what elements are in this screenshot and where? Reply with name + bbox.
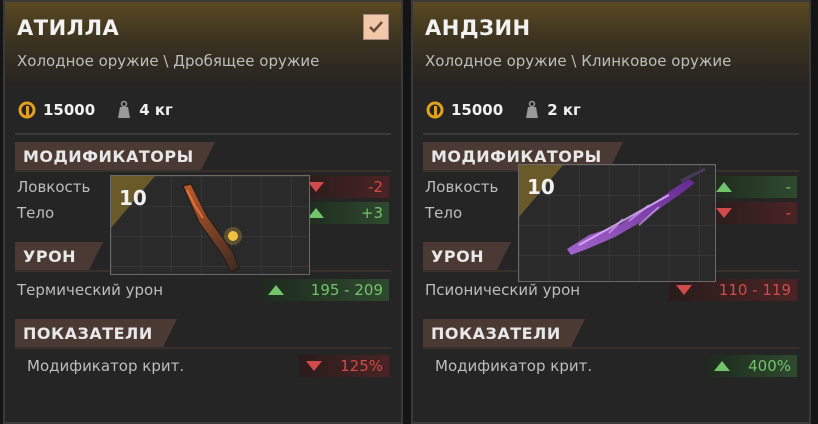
weight-icon xyxy=(118,100,131,118)
item-weight: 4 кг xyxy=(139,101,173,119)
section-divider xyxy=(423,347,799,349)
arrow-down-icon xyxy=(676,285,692,295)
section-stats: ПОКАЗАТЕЛИ xyxy=(423,319,585,347)
mod-value: - xyxy=(709,176,797,198)
arrow-up-icon xyxy=(716,182,732,192)
item-price: 15000 xyxy=(43,101,96,119)
weight-icon xyxy=(526,100,539,118)
item-card-right[interactable]: АНДЗИН Холодное оружие \ Клинковое оружи… xyxy=(411,0,811,424)
mod-value: -2 xyxy=(301,176,389,198)
damage-value: 195 - 209 xyxy=(261,279,389,301)
checkmark-icon xyxy=(369,21,383,33)
card-header xyxy=(5,2,401,86)
stat-value-text: 400% xyxy=(748,357,791,375)
section-stats: ПОКАЗАТЕЛИ xyxy=(15,319,177,347)
mod-value-text: - xyxy=(785,204,791,222)
arrow-down-icon xyxy=(306,361,322,371)
stat-label: Модификатор крит. xyxy=(27,357,185,375)
divider xyxy=(423,133,799,135)
arrow-up-icon xyxy=(714,361,730,371)
arrow-up-icon xyxy=(268,285,284,295)
damage-label: Псионический урон xyxy=(425,281,581,299)
mod-label: Тело xyxy=(425,204,463,222)
mod-value-text: - xyxy=(785,178,791,196)
stat-label: Модификатор крит. xyxy=(435,357,593,375)
section-modifiers: МОДИФИКАТОРЫ xyxy=(15,142,215,170)
weapon-preview: 10 xyxy=(110,175,310,275)
mod-label: Ловкость xyxy=(425,178,499,196)
stat-value: 400% xyxy=(707,355,797,377)
arrow-down-icon xyxy=(716,208,732,218)
item-category: Холодное оружие \ Дробящее оружие xyxy=(17,52,320,70)
mod-value-text: -2 xyxy=(368,178,383,196)
item-price: 15000 xyxy=(451,101,504,119)
weight-block: 4 кг xyxy=(115,100,173,120)
section-divider xyxy=(15,170,391,172)
damage-label: Термический урон xyxy=(17,281,164,299)
item-card-left[interactable]: АТИЛЛА Холодное оружие \ Дробящее оружие… xyxy=(3,0,403,424)
stat-value: 125% xyxy=(299,355,389,377)
weapon-preview: 10 xyxy=(518,164,716,282)
mod-value-text: +3 xyxy=(360,204,383,222)
mod-label: Ловкость xyxy=(17,178,91,196)
mod-value: - xyxy=(709,202,797,224)
item-info: 15000 4 кг xyxy=(17,99,173,121)
section-damage: УРОН xyxy=(15,242,103,270)
stat-value-text: 125% xyxy=(340,357,383,375)
item-info: 15000 2 кг xyxy=(425,99,581,121)
hammer-weapon-icon xyxy=(182,183,242,273)
mod-value: +3 xyxy=(301,202,389,224)
item-category: Холодное оружие \ Клинковое оружие xyxy=(425,52,732,70)
section-damage: УРОН xyxy=(423,242,511,270)
damage-value-text: 110 - 119 xyxy=(718,281,791,299)
card-header xyxy=(413,2,809,86)
comparison-screen: АТИЛЛА Холодное оружие \ Дробящее оружие… xyxy=(0,0,818,424)
item-name: АТИЛЛА xyxy=(17,16,120,40)
coin-icon xyxy=(426,101,444,119)
divider xyxy=(15,133,391,135)
damage-value-text: 195 - 209 xyxy=(310,281,383,299)
psionic-blade-icon xyxy=(567,167,706,255)
section-divider xyxy=(15,347,391,349)
weight-block: 2 кг xyxy=(523,100,581,120)
mod-label: Тело xyxy=(17,204,55,222)
item-weight: 2 кг xyxy=(547,101,581,119)
compare-checkbox[interactable] xyxy=(363,14,389,40)
coin-icon xyxy=(18,101,36,119)
item-name: АНДЗИН xyxy=(425,16,531,40)
